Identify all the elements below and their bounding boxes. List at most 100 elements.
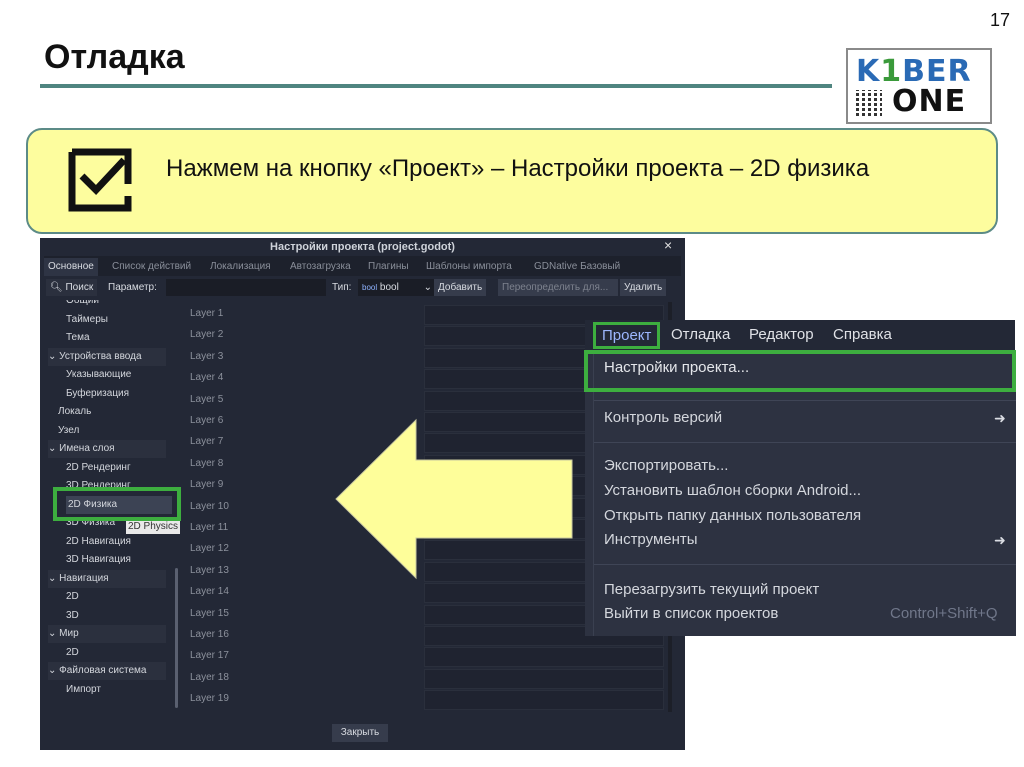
- tree-item-label: Локаль: [58, 406, 92, 417]
- layer-label: Layer 16: [190, 629, 229, 640]
- tab-autoload[interactable]: Автозагрузка: [286, 258, 355, 276]
- tree-item[interactable]: Узел: [58, 422, 79, 440]
- menu-item-tools[interactable]: Инструменты: [604, 528, 698, 552]
- settings-toolbar: 🔍︎ Поиск Параметр: Тип: bool bool ⌄ Доба…: [44, 278, 681, 298]
- tree-item[interactable]: 2D: [66, 588, 79, 606]
- tree-item-label: Навигация: [59, 572, 109, 584]
- layer-label: Layer 2: [190, 329, 224, 341]
- tree-item[interactable]: 3D: [66, 607, 79, 625]
- chevron-down-icon: ⌄: [48, 665, 60, 676]
- tree-item[interactable]: 2D Рендеринг: [66, 459, 131, 477]
- type-select[interactable]: bool bool ⌄: [358, 279, 436, 296]
- tree-category[interactable]: ⌄ Файловая система: [48, 662, 166, 680]
- tab-import-templates[interactable]: Шаблоны импорта: [422, 258, 516, 276]
- tree-item[interactable]: Указывающие: [66, 366, 131, 384]
- tree-scrollbar[interactable]: [175, 568, 178, 708]
- tree-item[interactable]: 2D Навигация: [66, 533, 131, 551]
- tree-item-label: Таймеры: [66, 313, 108, 325]
- chevron-down-icon: ⌄: [423, 282, 432, 293]
- submenu-arrow-icon: ➜: [994, 410, 1006, 426]
- layer-label: Layer 7: [190, 436, 224, 448]
- tree-item[interactable]: Общий: [66, 300, 99, 310]
- layer-label: Layer 6: [190, 415, 224, 426]
- tree-item-label: Общий: [66, 300, 99, 306]
- layer-label: Layer 17: [190, 650, 229, 662]
- menu-separator: [594, 442, 1016, 443]
- slide-title: Отладка: [44, 38, 185, 76]
- tab-general[interactable]: Основное: [44, 258, 98, 276]
- search-button[interactable]: 🔍︎ Поиск: [46, 279, 98, 296]
- close-icon[interactable]: ×: [664, 237, 672, 253]
- tree-item[interactable]: 3D Навигация: [66, 551, 131, 569]
- type-value: bool: [379, 282, 399, 293]
- chevron-down-icon: ⌄: [48, 628, 60, 639]
- tree-item[interactable]: Буферизация: [66, 385, 129, 403]
- submenu-arrow-icon: ➜: [994, 532, 1006, 548]
- override-button[interactable]: Переопределить для...: [498, 279, 618, 296]
- tree-item[interactable]: 2D: [66, 644, 79, 662]
- layer-name-input[interactable]: [424, 668, 664, 689]
- tree-item-label: Узел: [58, 424, 80, 436]
- tree-item-label: Импорт: [66, 683, 101, 695]
- tree-item-label: Имена слоя: [59, 443, 115, 454]
- tree-category[interactable]: ⌄ Устройства ввода: [48, 347, 166, 366]
- tree-item[interactable]: Импорт: [66, 681, 101, 699]
- param-input[interactable]: [166, 279, 326, 296]
- instruction-box: Нажмем на кнопку «Проект» – Настройки пр…: [26, 128, 998, 234]
- tree-category[interactable]: ⌄ Мир: [48, 625, 166, 643]
- delete-button[interactable]: Удалить: [620, 279, 667, 296]
- menu-item-project-settings[interactable]: Настройки проекта...: [604, 356, 749, 380]
- menu-separator: [594, 400, 1016, 401]
- dialog-title: Настройки проекта (project.godot): [270, 241, 455, 253]
- tree-item[interactable]: Тема: [66, 329, 90, 347]
- tree-item-label: 2D: [66, 591, 79, 602]
- bool-type-icon: bool: [362, 283, 378, 292]
- layer-label: Layer 4: [190, 372, 224, 384]
- tree-item-label: Указывающие: [66, 369, 132, 380]
- menu-item-reload-project[interactable]: Перезагрузить текущий проект: [604, 578, 819, 602]
- tab-bar: Основное Список действий Локализация Авт…: [44, 256, 681, 276]
- project-dropdown: Настройки проекта... Контроль версий ➜ Э…: [584, 350, 1016, 636]
- layer-label: Layer 10: [190, 500, 229, 512]
- tooltip: 2D Physics: [126, 520, 181, 534]
- menu-debug[interactable]: Отладка: [671, 326, 730, 343]
- tree-item[interactable]: Таймеры: [66, 311, 108, 329]
- tree-item-label: 3D: [66, 609, 79, 621]
- kiberone-logo: K1BER ONE: [846, 48, 992, 124]
- menu-project[interactable]: Проект: [593, 322, 661, 349]
- search-icon: 🔍︎: [50, 282, 63, 293]
- tree-item-label: Устройства ввода: [59, 350, 142, 362]
- logo-line2: ONE: [892, 84, 967, 119]
- menu-editor[interactable]: Редактор: [749, 326, 814, 343]
- layer-name-input[interactable]: [424, 690, 664, 711]
- tab-plugins[interactable]: Плагины: [364, 258, 413, 276]
- menu-item-quit-to-project-list[interactable]: Выйти в список проектов: [604, 602, 778, 626]
- type-label: Тип:: [332, 282, 352, 293]
- tree-item-label: Мир: [59, 628, 79, 639]
- tree-item[interactable]: Локаль: [58, 403, 91, 421]
- tree-item-label: Буферизация: [66, 387, 130, 399]
- tree-item-label: 2D Рендеринг: [66, 461, 131, 473]
- menu-item-open-user-data[interactable]: Открыть папку данных пользователя: [604, 504, 861, 528]
- menu-separator: [594, 564, 1016, 565]
- layer-label: Layer 18: [190, 671, 229, 683]
- tab-gdnative[interactable]: GDNative Базовый: [530, 258, 624, 276]
- instruction-text: Нажмем на кнопку «Проект» – Настройки пр…: [166, 155, 870, 182]
- chevron-down-icon: ⌄: [48, 350, 60, 362]
- tree-category[interactable]: ⌄ Имена слоя: [48, 440, 166, 458]
- tree-category[interactable]: ⌄ Навигация: [48, 569, 166, 588]
- tree-item-label: Файловая система: [59, 665, 147, 676]
- layer-name-input[interactable]: [424, 647, 664, 668]
- tab-action-list[interactable]: Список действий: [108, 258, 195, 276]
- tree-item-label: 2D Навигация: [66, 535, 131, 547]
- add-button[interactable]: Добавить: [434, 279, 487, 296]
- close-button[interactable]: Закрыть: [332, 724, 388, 742]
- tree-item-label: 2D: [66, 646, 79, 658]
- menu-help[interactable]: Справка: [833, 326, 892, 343]
- menu-item-version-control[interactable]: Контроль версий: [604, 406, 722, 430]
- tab-localization[interactable]: Локализация: [206, 258, 275, 276]
- project-menu: Проект Отладка Редактор Справка Настройк…: [584, 320, 1016, 636]
- menu-item-export[interactable]: Экспортировать...: [604, 454, 728, 478]
- layer-label: Layer 9: [190, 479, 224, 491]
- menu-item-install-android-template[interactable]: Установить шаблон сборки Android...: [604, 479, 861, 503]
